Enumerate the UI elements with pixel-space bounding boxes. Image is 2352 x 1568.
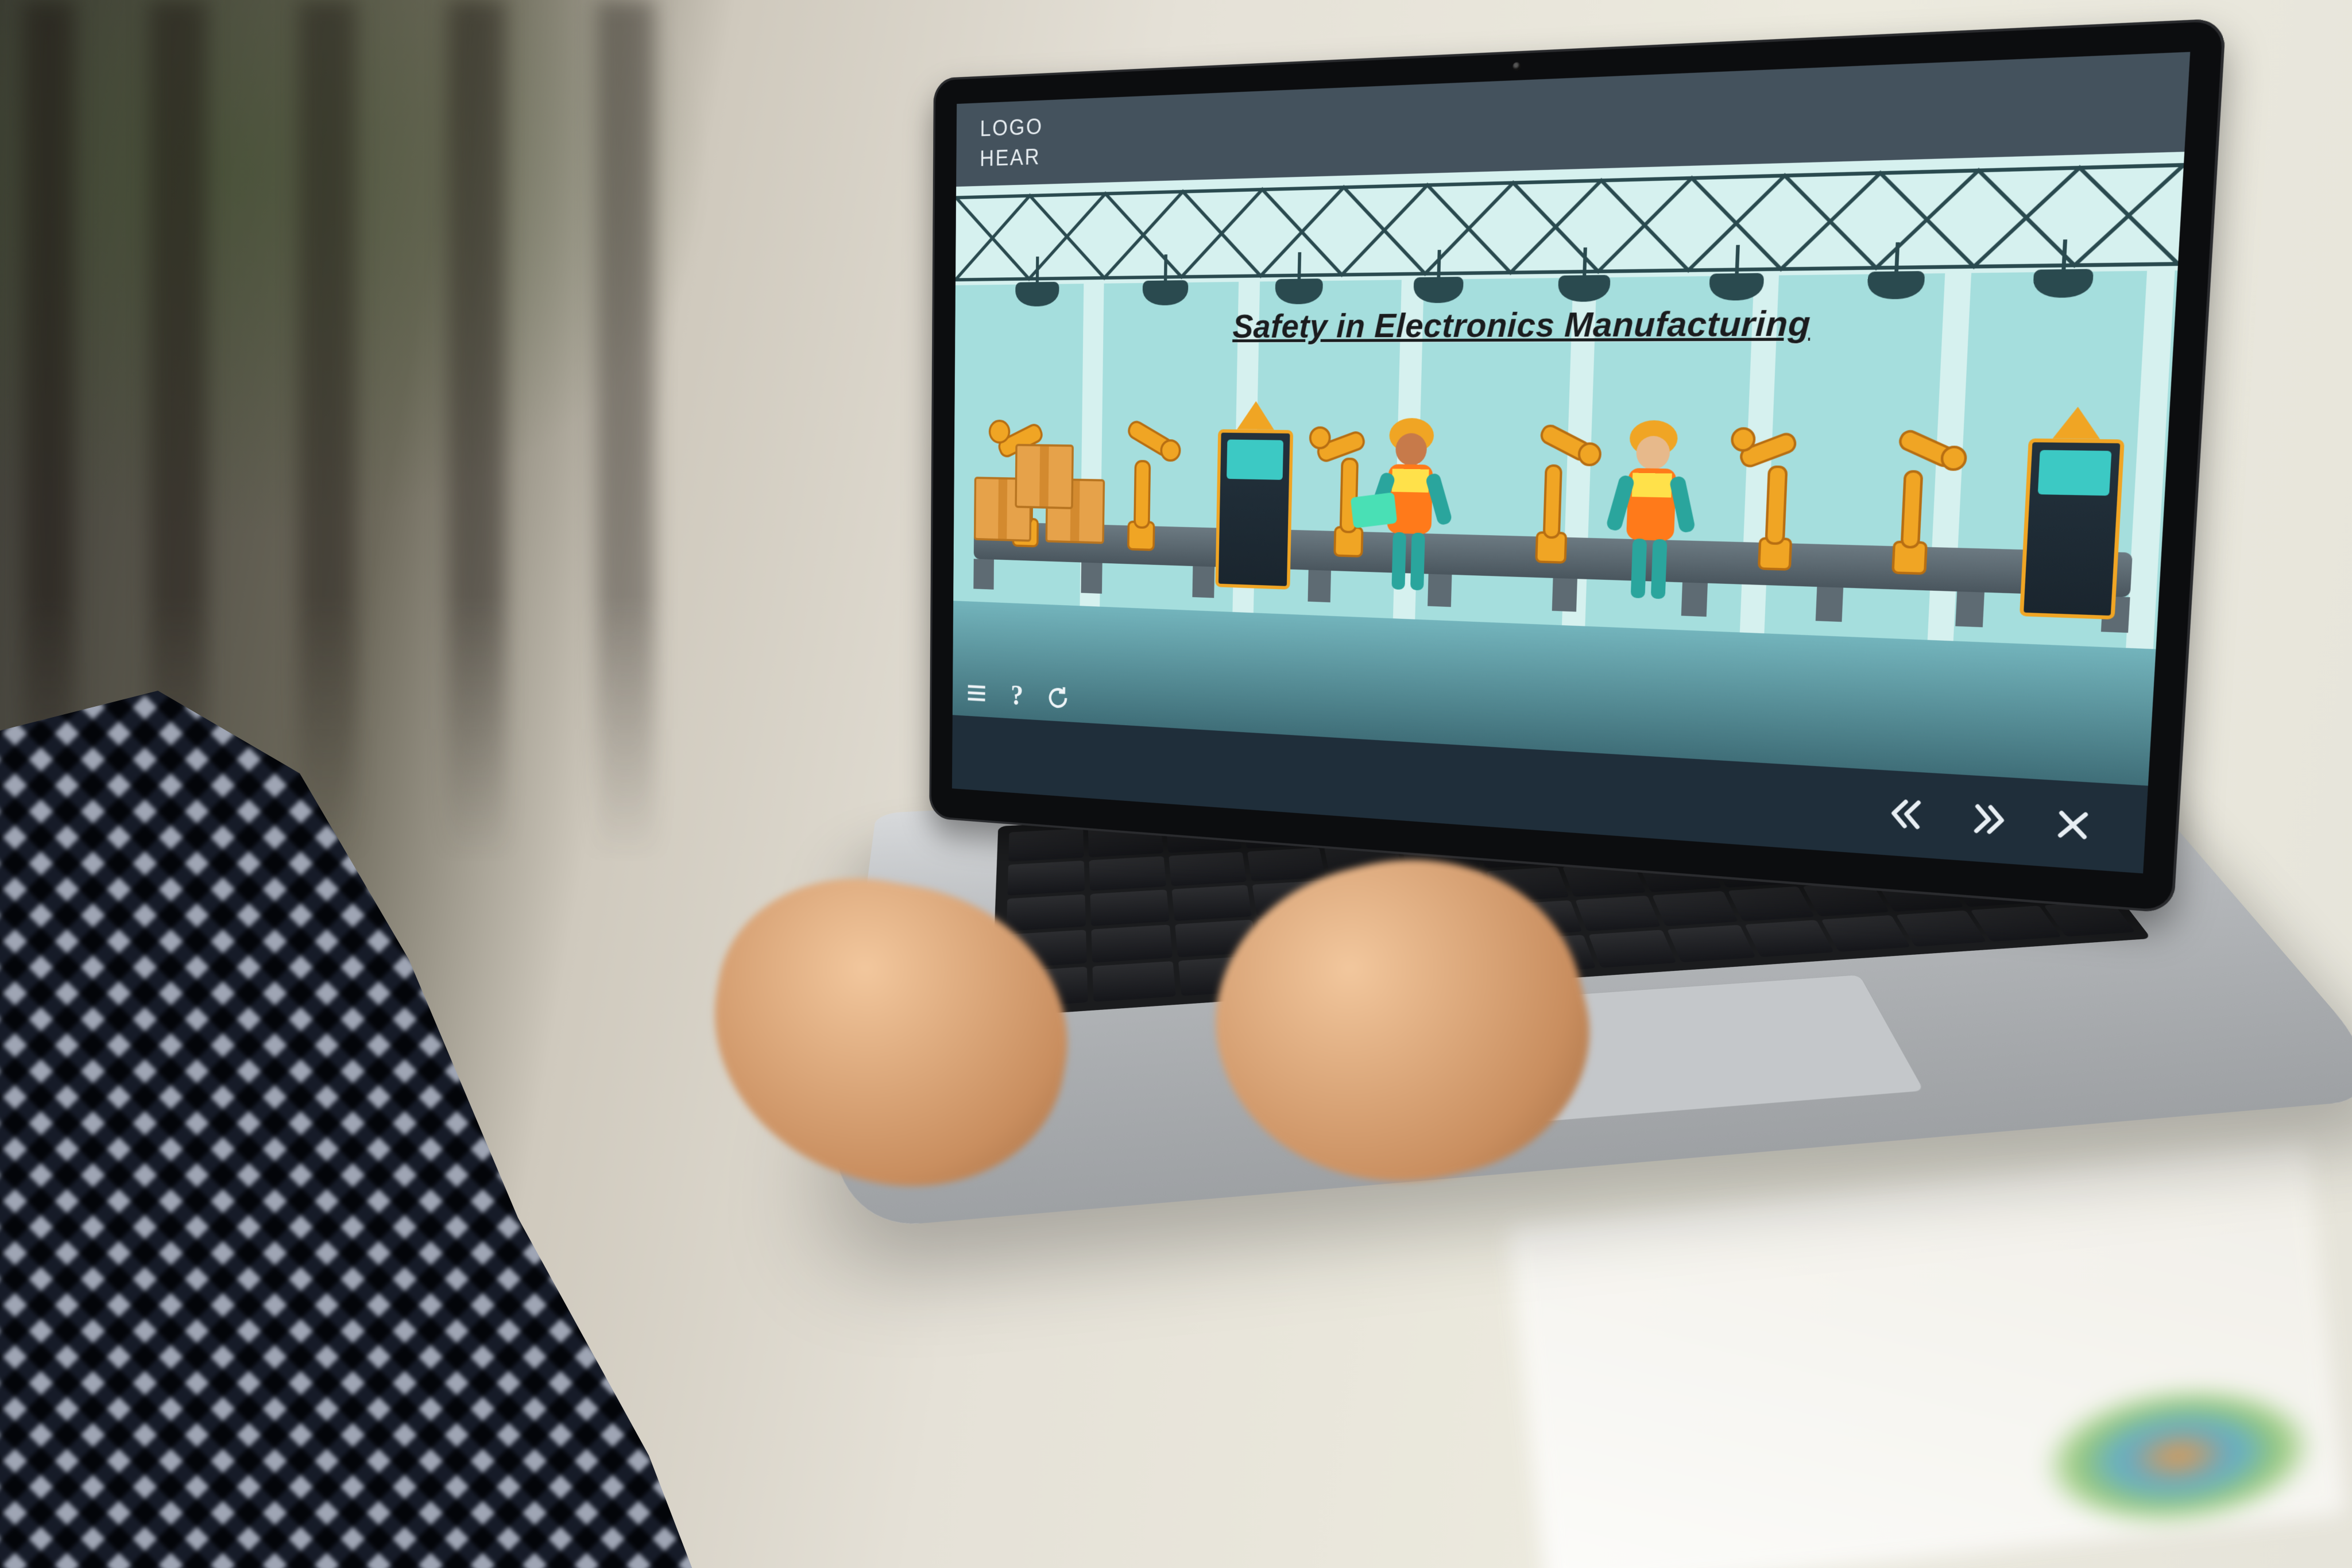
close-button[interactable] [2048, 801, 2098, 849]
prev-button[interactable] [1883, 791, 1931, 837]
laptop: LOGO HEAR [861, 69, 2182, 1389]
app-screen: LOGO HEAR [952, 52, 2190, 873]
close-icon [2051, 804, 2095, 846]
person-silhouette [0, 649, 976, 1568]
robot-arm [1098, 411, 1186, 556]
chevrons-left-icon [1885, 793, 1928, 835]
laptop-lid: LOGO HEAR [929, 18, 2226, 913]
photo-scene: LOGO HEAR [0, 0, 2352, 1568]
robot-arm [1724, 416, 1836, 577]
question-icon: ? [1011, 679, 1023, 711]
reload-button[interactable] [1045, 683, 1071, 713]
factory-worker [1360, 408, 1460, 601]
control-console [2020, 438, 2125, 620]
menu-button[interactable] [964, 679, 989, 707]
robot-arm [1502, 414, 1605, 570]
shipping-box [1015, 444, 1074, 509]
chevrons-right-icon [1967, 799, 2010, 841]
reload-icon [1046, 684, 1070, 711]
assembly-line [953, 363, 2172, 649]
warning-triangle-icon [1237, 401, 1275, 430]
next-button[interactable] [1964, 796, 2013, 843]
help-button[interactable]: ? [1004, 681, 1030, 710]
page-title: Safety in Electronics Manufacturing [1232, 303, 1812, 346]
control-console [1215, 429, 1293, 589]
warning-triangle-icon [2053, 406, 2102, 439]
laptop-trackpad [1345, 974, 1925, 1136]
hamburger-icon [965, 680, 988, 706]
factory-worker [1597, 410, 1706, 610]
course-slide: Safety in Electronics Manufacturing [953, 152, 2184, 785]
robot-arm [1855, 417, 1972, 581]
